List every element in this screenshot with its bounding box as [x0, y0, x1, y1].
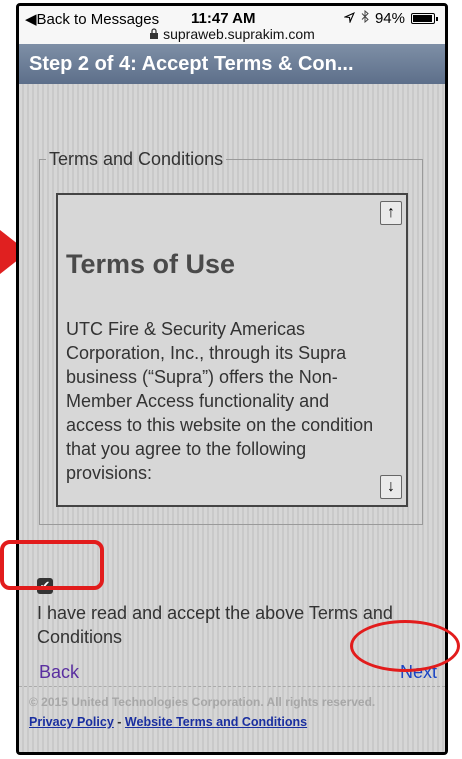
battery-icon — [411, 13, 438, 24]
annotation-checkbox-highlight — [0, 540, 104, 590]
back-link[interactable]: Back — [39, 662, 79, 683]
footer: © 2015 United Technologies Corporation. … — [19, 686, 445, 752]
terms-scroll-box[interactable]: ↑ Terms of Use UTC Fire & Security Ameri… — [56, 193, 408, 507]
battery-percent: 94% — [374, 10, 405, 27]
battery-fill — [413, 15, 432, 22]
location-arrow-icon — [343, 10, 355, 27]
bluetooth-icon — [361, 9, 369, 27]
privacy-policy-link[interactable]: Privacy Policy — [29, 715, 114, 729]
terms-heading: Terms of Use — [66, 249, 236, 279]
status-bar: ◀Back to Messages 11:47 AM 94% supraweb.… — [19, 6, 445, 44]
scroll-down-button[interactable]: ↓ — [380, 475, 402, 499]
page-title: Step 2 of 4: Accept Terms & Con... — [19, 44, 445, 84]
terms-body: UTC Fire & Security Americas Corporation… — [66, 319, 374, 483]
status-right: 94% — [343, 9, 438, 27]
terms-legend: Terms and Conditions — [49, 149, 224, 169]
url-text: supraweb.suprakim.com — [163, 26, 315, 42]
scroll-up-button[interactable]: ↑ — [380, 201, 402, 225]
url-bar[interactable]: supraweb.suprakim.com — [19, 26, 445, 42]
footer-links: Privacy Policy - Website Terms and Condi… — [29, 715, 435, 729]
status-time: 11:47 AM — [191, 10, 256, 27]
website-terms-link[interactable]: Website Terms and Conditions — [125, 715, 307, 729]
copyright-text: © 2015 United Technologies Corporation. … — [29, 695, 376, 709]
footer-separator: - — [117, 715, 122, 729]
lock-icon — [149, 26, 163, 42]
annotation-next-highlight — [350, 620, 460, 672]
terms-fieldset: Terms and Conditions ↑ Terms of Use UTC … — [39, 149, 423, 525]
